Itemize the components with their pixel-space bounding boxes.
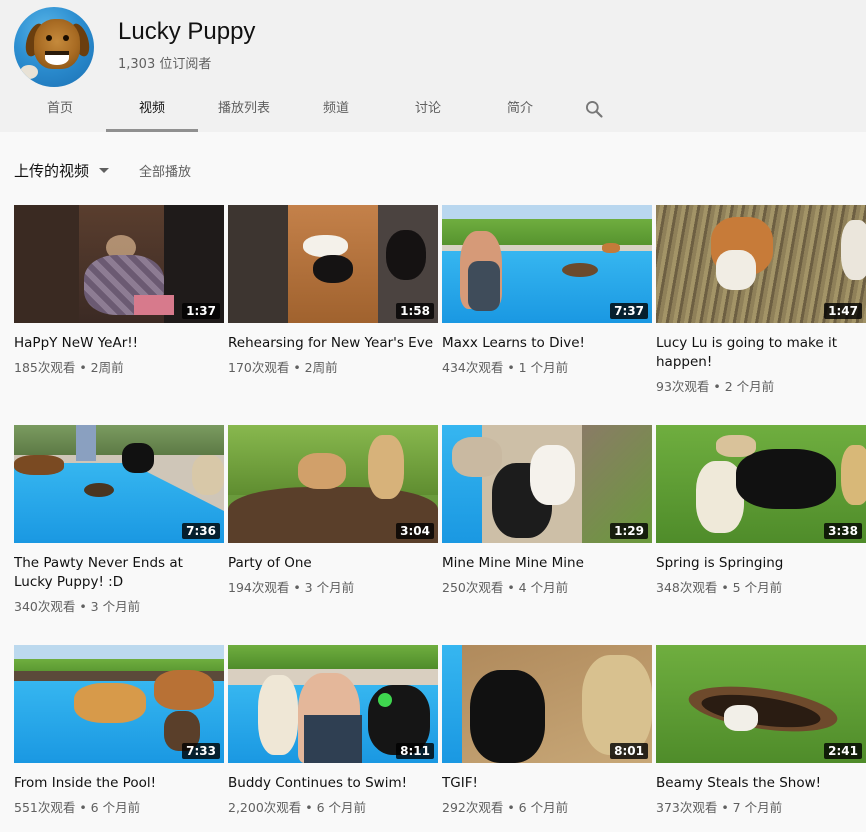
video-meta: 250次观看 • 4 个月前 [442, 580, 569, 595]
play-all-button[interactable]: 全部播放 [139, 161, 191, 180]
tab-channels[interactable]: 频道 [290, 88, 382, 132]
video-meta: 185次观看 • 2周前 [14, 360, 124, 375]
video-meta: 434次观看 • 1 个月前 [442, 360, 569, 375]
subscriber-count: 1,303 位订阅者 [118, 57, 212, 72]
video-card[interactable]: 2:41 Beamy Steals the Show! 373次观看 • 7 个… [656, 645, 866, 832]
video-title[interactable]: Buddy Continues to Swim! [228, 774, 438, 793]
video-title[interactable]: Lucy Lu is going to make it happen! [656, 334, 866, 372]
video-meta: 2,200次观看 • 6 个月前 [228, 800, 367, 815]
video-card[interactable]: 1:37 HaPpY NeW YeAr!! 185次观看 • 2周前 [14, 205, 224, 425]
section-header: 上传的视频 全部播放 [14, 158, 191, 182]
avatar-paw [20, 65, 38, 79]
video-thumbnail[interactable]: 7:33 [14, 645, 224, 763]
video-thumbnail[interactable]: 7:36 [14, 425, 224, 543]
video-thumbnail[interactable]: 8:11 [228, 645, 438, 763]
video-duration: 1:37 [182, 303, 220, 319]
video-duration: 8:01 [610, 743, 648, 759]
video-card[interactable]: 7:37 Maxx Learns to Dive! 434次观看 • 1 个月前 [442, 205, 652, 425]
video-meta: 551次观看 • 6 个月前 [14, 800, 141, 815]
video-duration: 7:37 [610, 303, 648, 319]
video-thumbnail[interactable]: 2:41 [656, 645, 866, 763]
video-meta: 373次观看 • 7 个月前 [656, 800, 783, 815]
video-title[interactable]: TGIF! [442, 774, 652, 793]
channel-name: Lucky Puppy [118, 18, 256, 45]
video-duration: 1:29 [610, 523, 648, 539]
avatar-mouth [45, 51, 69, 65]
video-card[interactable]: 1:47 Lucy Lu is going to make it happen!… [656, 205, 866, 425]
video-meta: 348次观看 • 5 个月前 [656, 580, 783, 595]
tab-playlists[interactable]: 播放列表 [198, 88, 290, 132]
video-thumbnail[interactable]: 3:04 [228, 425, 438, 543]
video-duration: 1:47 [824, 303, 862, 319]
video-thumbnail[interactable]: 7:37 [442, 205, 652, 323]
video-thumbnail[interactable]: 1:29 [442, 425, 652, 543]
video-meta: 93次观看 • 2 个月前 [656, 379, 775, 394]
video-duration: 7:36 [182, 523, 220, 539]
chevron-down-icon[interactable] [99, 167, 110, 173]
video-title[interactable]: Mine Mine Mine Mine [442, 554, 652, 573]
search-icon [586, 101, 603, 118]
search-button[interactable] [566, 88, 622, 130]
video-title[interactable]: Spring is Springing [656, 554, 866, 573]
video-card[interactable]: 3:04 Party of One 194次观看 • 3 个月前 [228, 425, 438, 645]
channel-avatar[interactable] [14, 7, 94, 87]
video-duration: 1:58 [396, 303, 434, 319]
video-title[interactable]: Party of One [228, 554, 438, 573]
video-duration: 3:04 [396, 523, 434, 539]
video-grid: 1:37 HaPpY NeW YeAr!! 185次观看 • 2周前 1:58 … [14, 205, 866, 832]
video-meta: 194次观看 • 3 个月前 [228, 580, 355, 595]
video-card[interactable]: 3:38 Spring is Springing 348次观看 • 5 个月前 [656, 425, 866, 645]
video-thumbnail[interactable]: 1:58 [228, 205, 438, 323]
tab-home[interactable]: 首页 [14, 88, 106, 132]
video-duration: 7:33 [182, 743, 220, 759]
video-meta: 340次观看 • 3 个月前 [14, 599, 141, 614]
video-meta: 170次观看 • 2周前 [228, 360, 338, 375]
tab-discussion[interactable]: 讨论 [382, 88, 474, 132]
video-thumbnail[interactable]: 1:37 [14, 205, 224, 323]
video-card[interactable]: 1:29 Mine Mine Mine Mine 250次观看 • 4 个月前 [442, 425, 652, 645]
video-title[interactable]: The Pawty Never Ends at Lucky Puppy! :D [14, 554, 224, 592]
video-thumbnail[interactable]: 1:47 [656, 205, 866, 323]
video-card[interactable]: 8:11 Buddy Continues to Swim! 2,200次观看 •… [228, 645, 438, 832]
video-title[interactable]: HaPpY NeW YeAr!! [14, 334, 224, 353]
video-card[interactable]: 1:58 Rehearsing for New Year's Eve 170次观… [228, 205, 438, 425]
tab-videos[interactable]: 视频 [106, 88, 198, 132]
video-meta: 292次观看 • 6 个月前 [442, 800, 569, 815]
channel-tabs: 首页 视频 播放列表 频道 讨论 简介 [14, 88, 622, 132]
channel-header: Lucky Puppy 1,303 位订阅者 首页 视频 播放列表 频道 讨论 … [0, 0, 866, 132]
section-title[interactable]: 上传的视频 [14, 160, 89, 181]
video-card[interactable]: 7:36 The Pawty Never Ends at Lucky Puppy… [14, 425, 224, 645]
video-title[interactable]: Maxx Learns to Dive! [442, 334, 652, 353]
video-card[interactable]: 8:01 TGIF! 292次观看 • 6 个月前 [442, 645, 652, 832]
video-card[interactable]: 7:33 From Inside the Pool! 551次观看 • 6 个月… [14, 645, 224, 832]
video-duration: 3:38 [824, 523, 862, 539]
video-title[interactable]: Rehearsing for New Year's Eve [228, 334, 438, 353]
video-duration: 8:11 [396, 743, 434, 759]
video-thumbnail[interactable]: 8:01 [442, 645, 652, 763]
video-title[interactable]: Beamy Steals the Show! [656, 774, 866, 793]
avatar-eye [63, 35, 69, 41]
avatar-eye [46, 35, 52, 41]
tab-about[interactable]: 简介 [474, 88, 566, 132]
video-title[interactable]: From Inside the Pool! [14, 774, 224, 793]
video-thumbnail[interactable]: 3:38 [656, 425, 866, 543]
video-duration: 2:41 [824, 743, 862, 759]
